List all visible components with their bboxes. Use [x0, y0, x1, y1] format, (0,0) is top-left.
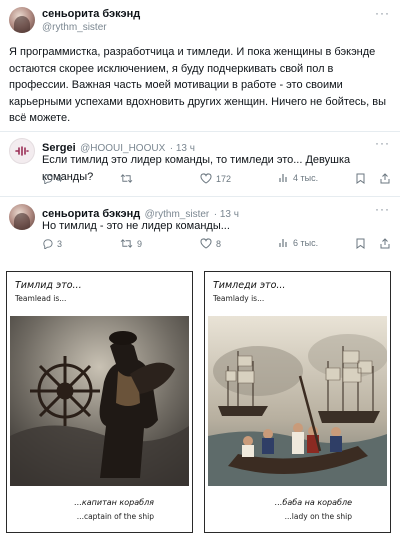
panel-caption-ru: ...капитан корабля — [74, 498, 154, 507]
like-count: 172 — [216, 173, 232, 184]
panel-title: Тимлид это... — [15, 280, 82, 291]
share-button[interactable] — [380, 238, 390, 249]
like-button[interactable]: 8 — [200, 238, 221, 249]
like-count: 8 — [216, 238, 222, 249]
avatar[interactable] — [9, 7, 35, 33]
meme-panel-left: Тимлид это... Teamlead is... ...капитан … — [6, 271, 193, 533]
reply-icon — [43, 239, 53, 249]
bookmark-icon — [356, 173, 365, 184]
bookmark-button[interactable] — [356, 173, 365, 184]
captain-illustration — [10, 316, 189, 486]
waveform-icon — [15, 146, 29, 156]
views-button[interactable]: 4 тыс. — [279, 173, 318, 183]
reply-button[interactable]: 3 — [42, 238, 62, 249]
author-name[interactable]: сеньорита бэкэнд — [42, 8, 140, 20]
share-button[interactable] — [380, 173, 390, 184]
reply-button[interactable]: 4 — [42, 173, 62, 184]
action-bar: 3 9 8 6 тыс. — [0, 238, 400, 254]
bookmark-icon — [356, 238, 365, 249]
reply-count: 4 — [57, 173, 63, 184]
share-icon — [380, 238, 390, 249]
boat-illustration — [208, 316, 387, 486]
panel-caption-en: ...lady on the ship — [284, 512, 352, 521]
retweet-button[interactable]: 9 — [120, 238, 142, 249]
like-button[interactable]: 172 — [200, 173, 231, 184]
retweet-count: 9 — [137, 238, 143, 249]
panel-subtitle: Teamlead is... — [15, 294, 67, 303]
meme-panel-right: Тимледи это... Teamlady is... ...баба на… — [204, 271, 391, 533]
more-icon[interactable]: ··· — [375, 6, 390, 20]
views-icon — [279, 239, 287, 247]
views-button[interactable]: 6 тыс. — [279, 238, 318, 248]
main-tweet: сеньорита бэкэнд @rythm_sister ··· Я про… — [0, 0, 400, 130]
retweet-icon — [120, 174, 133, 183]
heart-icon — [200, 238, 212, 249]
panel-caption-en: ...captain of the ship — [76, 512, 154, 521]
views-icon — [279, 174, 287, 182]
avatar[interactable] — [9, 138, 35, 164]
share-icon — [380, 173, 390, 184]
tweet-text: Но тимлид - это не лидер команды... — [42, 220, 230, 232]
bookmark-button[interactable] — [356, 238, 365, 249]
avatar[interactable] — [9, 204, 35, 230]
panel-caption-ru: ...баба на корабле — [274, 498, 352, 507]
more-icon[interactable]: ··· — [375, 136, 390, 150]
retweet-button[interactable] — [120, 173, 137, 184]
reply-count: 3 — [57, 238, 63, 249]
heart-icon — [200, 173, 212, 184]
reply-icon — [43, 174, 53, 184]
more-icon[interactable]: ··· — [375, 202, 390, 216]
action-bar: 4 172 4 тыс. — [0, 173, 400, 189]
views-count: 4 тыс. — [293, 173, 319, 183]
author-handle[interactable]: @rythm_sister — [42, 22, 107, 33]
retweet-icon — [120, 239, 133, 248]
views-count: 6 тыс. — [293, 238, 319, 248]
tweet-text: Я программистка, разработчица и тимледи.… — [9, 46, 386, 124]
divider — [0, 196, 400, 197]
panel-subtitle: Teamlady is... — [213, 294, 265, 303]
panel-title: Тимледи это... — [213, 280, 286, 291]
